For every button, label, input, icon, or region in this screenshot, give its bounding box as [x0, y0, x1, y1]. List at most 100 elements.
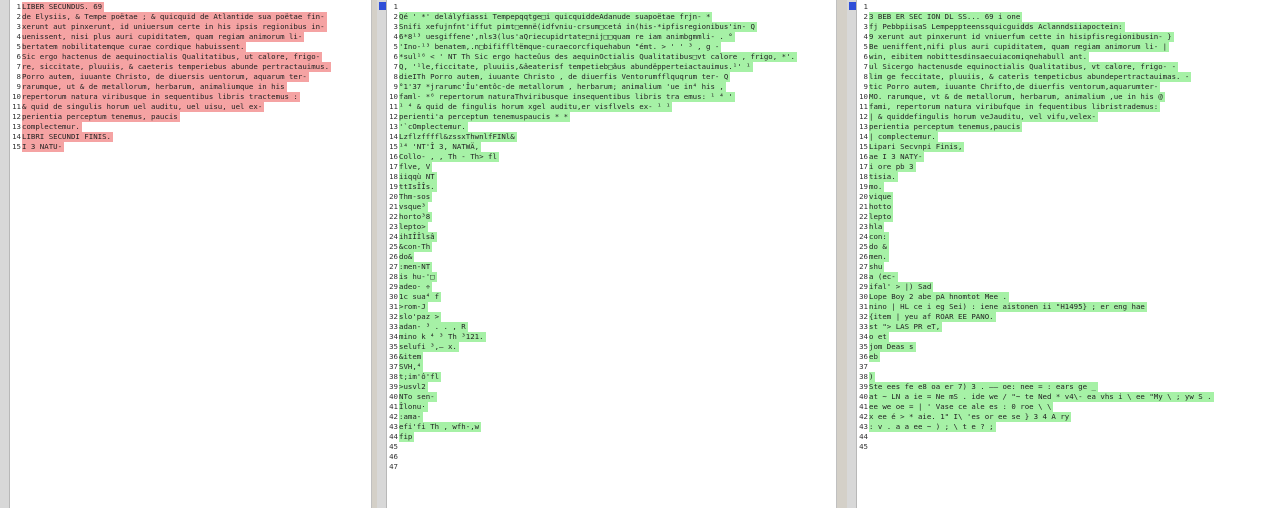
text-line[interactable]: 40NTo sen- — [388, 392, 837, 402]
text-line[interactable]: 31nino | HL ce i eg Sei) : iene aistonen… — [858, 302, 1280, 312]
text-line[interactable]: 47 — [388, 462, 837, 472]
text-line[interactable]: 17i ore pb 3 — [858, 162, 1280, 172]
text-line[interactable]: 20vique — [858, 192, 1280, 202]
text-line[interactable]: 301c sua⁴ f — [388, 292, 837, 302]
text-line[interactable]: 39>usvl2 — [388, 382, 837, 392]
text-line[interactable]: 21hotto — [858, 202, 1280, 212]
text-line[interactable]: 36&item — [388, 352, 837, 362]
text-line[interactable]: 29ifal' > |) Sad — [858, 282, 1280, 292]
text-line[interactable]: 7re, siccitate, pluuiis, & caeteris temp… — [11, 62, 372, 72]
text-line[interactable]: 16ae I 3 NATY- — [858, 152, 1280, 162]
text-line[interactable]: 42x ee é > * aie. 1" I\ 'es or ee se } 3… — [858, 412, 1280, 422]
middle-pane[interactable]: 1 2Qé ' *' delályfiassi Tempepqqtge□i qui… — [377, 0, 837, 508]
text-line[interactable]: 24ihIÎÎlsâ — [388, 232, 837, 242]
text-line[interactable]: 10MO. rarumque, vt & de metallorum, herb… — [858, 92, 1280, 102]
text-line[interactable]: 33st "> LAS PR eT, — [858, 322, 1280, 332]
right-pane[interactable]: 12 3 BEB ER SEC ION DL SS... 69 i one 3fj… — [847, 0, 1280, 508]
text-line[interactable]: 32slo'paz > — [388, 312, 837, 322]
text-line[interactable]: 5'Ino-¹³ benatem,.n□bififfltëmque-curaec… — [388, 42, 837, 52]
text-line[interactable]: 13complectemur. — [11, 122, 372, 132]
text-line[interactable]: 35selufi ³,— x. — [388, 342, 837, 352]
text-line[interactable]: 8dieITh Porro autem, iuuante Christo , d… — [388, 72, 837, 82]
text-line[interactable]: 14LIBRI SECUNDI FINIS. — [11, 132, 372, 142]
text-line[interactable]: 4uenissent, nisi plus auri cupiditatem, … — [11, 32, 372, 42]
text-line[interactable]: 45 — [858, 442, 1280, 452]
text-line[interactable]: 36eb — [858, 352, 1280, 362]
text-line[interactable]: 13'`cOmplectemur. — [388, 122, 837, 132]
bookmark-marker-icon[interactable] — [379, 2, 386, 10]
text-line[interactable]: 23lepto> — [388, 222, 837, 232]
text-line[interactable]: 29adeo· ÷ — [388, 282, 837, 292]
text-line[interactable]: 41Îlonu· — [388, 402, 837, 412]
text-line[interactable]: 6 Sic ergo hactenus de aequinoctialis Qu… — [11, 52, 372, 62]
text-line[interactable]: 49 xerunt aut pinxerunt id vniuerfum cet… — [858, 32, 1280, 42]
text-line[interactable]: 10repertorum natura viribusque in sequen… — [11, 92, 372, 102]
text-line[interactable]: 11fami, repertorum natura viribufque in … — [858, 102, 1280, 112]
text-line[interactable]: 28is hu-'□ — [388, 272, 837, 282]
text-line[interactable]: 10faml· *⁶ repertorum naturaThviribusque… — [388, 92, 837, 102]
text-line[interactable]: 18tisia. — [858, 172, 1280, 182]
text-line[interactable]: 25&con-Th — [388, 242, 837, 252]
text-line[interactable]: 27shu — [858, 262, 1280, 272]
text-line[interactable]: 35jom Deas s — [858, 342, 1280, 352]
text-line[interactable]: 6*sul¹⁶ < ' NT Th Sic ergo hacteûus des … — [388, 52, 837, 62]
text-line[interactable]: 19mo. — [858, 182, 1280, 192]
text-line[interactable]: 1LIBER SECUNDUS. 69 — [11, 2, 372, 12]
text-line[interactable]: 17flve, V — [388, 162, 837, 172]
text-line[interactable]: 9tic Porro autem, iuuante Chrifto,de diu… — [858, 82, 1280, 92]
text-line[interactable]: 22horto³8 — [388, 212, 837, 222]
text-line[interactable]: 45 — [388, 442, 837, 452]
text-line[interactable]: 23hla — [858, 222, 1280, 232]
text-line[interactable]: 24con: — [858, 232, 1280, 242]
text-line[interactable]: 46*8¹³ uesgiffene',nls3(lus'aQriecupidrt… — [388, 32, 837, 42]
text-line[interactable]: 46 — [388, 452, 837, 462]
text-line[interactable]: 2Qé ' *' delályfiassi Tempepqqtge□i quic… — [388, 12, 837, 22]
text-line[interactable]: 44 — [858, 432, 1280, 442]
text-line[interactable]: 44fip — [388, 432, 837, 442]
text-line[interactable]: 15Lipari Secvnpi Finis, — [858, 142, 1280, 152]
text-line[interactable]: 38) — [858, 372, 1280, 382]
bookmark-marker-icon[interactable] — [849, 2, 856, 10]
text-line[interactable]: 42:ama- — [388, 412, 837, 422]
text-line[interactable]: 43efi'fi Th , wfh-,w — [388, 422, 837, 432]
text-line[interactable]: 2de Elysiis, & Tempe poëtae ; & quicquid… — [11, 12, 372, 22]
text-line[interactable]: 3Snifi xefujnfnt'iffut pimt□emnë(idfvniu… — [388, 22, 837, 32]
text-line[interactable]: 12perienti'a perceptum tenemuspaucis * * — [388, 112, 837, 122]
text-line[interactable]: 26men. — [858, 252, 1280, 262]
text-line[interactable]: 15¹⁴ 'NT'Î 3, NATWÄ, — [388, 142, 837, 152]
text-line[interactable]: 7Q, '¹le,ficcitate, pluuiis,&âeaterisf t… — [388, 62, 837, 72]
text-line[interactable]: 11¹ ⁴ & quid de fingulis horum xgel audi… — [388, 102, 837, 112]
text-line[interactable]: 26do& — [388, 252, 837, 262]
text-line[interactable]: 6win, eibitem nobittesdinsaecuiacomiqneh… — [858, 52, 1280, 62]
text-line[interactable]: 1 — [858, 2, 1280, 12]
text-line[interactable]: 21vsque³ — [388, 202, 837, 212]
text-line[interactable]: 32{item | yeu af ROAR EE PANO. — [858, 312, 1280, 322]
text-line[interactable]: 18iiqqù NT — [388, 172, 837, 182]
text-line[interactable]: 34mino k ⁴ ³ Th ³121. — [388, 332, 837, 342]
text-line[interactable]: 11& quid de singulis horum uel auditu, u… — [11, 102, 372, 112]
text-line[interactable]: 41ee we oe = | ' Vase ce ale es : 0 roe … — [858, 402, 1280, 412]
text-line[interactable]: 3xerunt aut pinxerunt, id uniuersum cert… — [11, 22, 372, 32]
text-line[interactable]: 12| & quiddefingulis horum veJauditu, ve… — [858, 112, 1280, 122]
text-line[interactable]: 16Collo- , , Th - Th> fl — [388, 152, 837, 162]
text-line[interactable]: 39Ste ees fe e8 oa er 7) 3 . —— oe: nee … — [858, 382, 1280, 392]
text-line[interactable]: 31>rom-J — [388, 302, 837, 312]
text-line[interactable]: 13perientia perceptum tenemus,paucis — [858, 122, 1280, 132]
text-line[interactable]: 8lim ge feccitate, pluuiis, & caterìs te… — [858, 72, 1280, 82]
text-line[interactable]: 2 3 BEB ER SEC ION DL SS... 69 i one — [858, 12, 1280, 22]
text-line[interactable]: 1 — [388, 2, 837, 12]
text-line[interactable]: 12perientia perceptum tenemus, paucis — [11, 112, 372, 122]
text-line[interactable]: 7ul Sicergo hactenusde equinoctialis Qua… — [858, 62, 1280, 72]
text-line[interactable]: 5Be ueniffent,nifi plus auri cupiditatem… — [858, 42, 1280, 52]
text-line[interactable]: 43: v . a a ee ~ ) ; \ t e ? ; — [858, 422, 1280, 432]
text-line[interactable]: 28a (ec- — [858, 272, 1280, 282]
left-pane[interactable]: 1LIBER SECUNDUS. 69 2de Elysiis, & Tempe … — [0, 0, 372, 508]
text-line[interactable]: 34o et — [858, 332, 1280, 342]
text-line[interactable]: 33adan- ³ . . , R — [388, 322, 837, 332]
text-line[interactable]: 37 — [858, 362, 1280, 372]
text-line[interactable]: 9°1'37 *jrarumc'Îu'emtôc-de metallorum ,… — [388, 82, 837, 92]
text-line[interactable]: 22lepto — [858, 212, 1280, 222]
text-line[interactable]: 14Lzflzffffl&zssxThwnlfFINl& — [388, 132, 837, 142]
text-line[interactable]: 9rarumque, ut & de metallorum, herbarum,… — [11, 82, 372, 92]
text-line[interactable]: 30Lope Boy 2 abe pA hnomtot Mee . — [858, 292, 1280, 302]
